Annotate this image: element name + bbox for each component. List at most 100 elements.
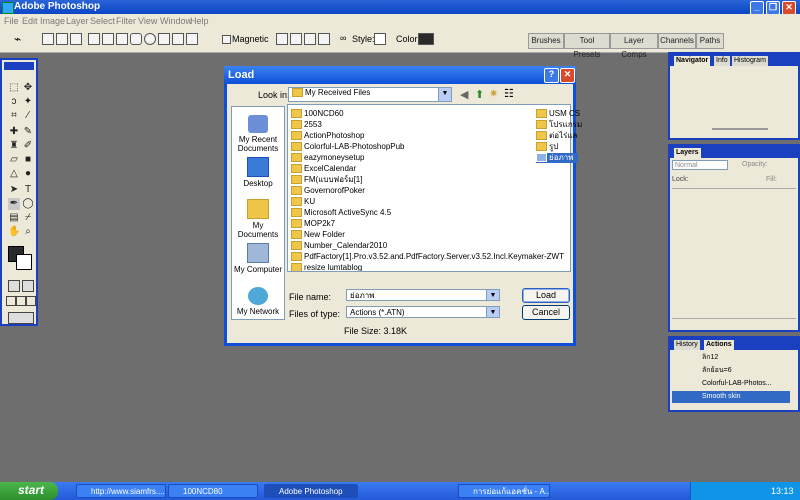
task-photoshop[interactable]: Adobe Photoshop xyxy=(264,484,358,498)
list-item[interactable]: New Folder xyxy=(291,230,345,240)
pen-tool-icon[interactable]: ✒ xyxy=(8,198,20,210)
custom-shape-icon[interactable] xyxy=(186,33,198,45)
list-item[interactable]: MOP2k7 xyxy=(291,219,335,229)
notes-tool-icon[interactable]: ▤ xyxy=(8,212,20,224)
task-browser-2[interactable]: การย่อแก้แอคชั่น - A... xyxy=(458,484,550,498)
lasso-icon[interactable]: ↄ xyxy=(8,96,20,108)
place-my-network[interactable]: My Network xyxy=(232,287,284,316)
list-item[interactable]: USM CS xyxy=(536,109,580,119)
tab-info[interactable]: Info xyxy=(714,56,730,66)
list-item[interactable]: รูป xyxy=(536,142,558,152)
zoom-tool-icon[interactable]: ⌕ xyxy=(22,226,34,238)
path-select-icon[interactable]: ➤ xyxy=(8,184,20,196)
file-type-select[interactable]: Actions (*.ATN) ▼ xyxy=(346,306,500,318)
file-list[interactable]: 100NCD60 2553 ActionPhotoshop Colorful-L… xyxy=(287,104,582,272)
list-item[interactable]: โปรแกรม xyxy=(536,120,582,130)
subtract-selection-icon[interactable] xyxy=(70,33,82,45)
path-intersect-icon[interactable] xyxy=(304,33,316,45)
action-row[interactable]: ลักย้อน=6 xyxy=(672,365,790,377)
polygon-shape-icon[interactable] xyxy=(158,33,170,45)
screen-mode-1-icon[interactable] xyxy=(6,296,16,306)
menu-edit[interactable]: Edit xyxy=(22,16,38,26)
healing-brush-icon[interactable]: ✚ xyxy=(8,126,20,138)
crop-tool-icon[interactable]: ⌗ xyxy=(8,110,20,122)
task-browser[interactable]: http://www.siamfrs.... xyxy=(76,484,166,498)
place-recent-documents[interactable]: My Recent Documents xyxy=(232,115,284,153)
blur-tool-icon[interactable]: △ xyxy=(8,168,20,180)
magic-wand-icon[interactable]: ✦ xyxy=(22,96,34,108)
new-folder-icon[interactable]: ✷ xyxy=(489,87,498,100)
action-row[interactable]: Colorful-LAB-Photos... xyxy=(672,378,790,390)
clone-stamp-icon[interactable]: ♜ xyxy=(8,140,20,152)
line-shape-icon[interactable] xyxy=(172,33,184,45)
dodge-tool-icon[interactable]: ● xyxy=(22,168,34,180)
rounded-rect-shape-icon[interactable] xyxy=(130,33,142,45)
file-name-input[interactable]: ย่อภาพ ▼ xyxy=(346,289,500,301)
shape-tool-icon[interactable]: ◯ xyxy=(22,198,34,210)
palette-well-paths[interactable]: Paths xyxy=(696,33,724,49)
type-tool-icon[interactable]: T xyxy=(22,184,34,196)
place-my-documents[interactable]: My Documents xyxy=(232,199,284,239)
place-my-computer[interactable]: My Computer xyxy=(232,243,284,274)
link-icon[interactable]: ∞ xyxy=(340,33,346,43)
up-folder-icon[interactable]: ⬆ xyxy=(475,88,484,101)
tab-layers[interactable]: Layers xyxy=(674,148,701,158)
slice-tool-icon[interactable]: ∕ xyxy=(22,110,34,122)
ellipse-shape-icon[interactable] xyxy=(144,33,156,45)
layers-list[interactable] xyxy=(672,188,796,317)
list-item[interactable]: ExcelCalendar xyxy=(291,164,356,174)
standard-mode-icon[interactable] xyxy=(8,280,20,292)
menu-window[interactable]: Window xyxy=(160,16,192,26)
list-item[interactable]: FM(แบบฟอร์ม[1] xyxy=(291,175,362,185)
menu-help[interactable]: Help xyxy=(190,16,209,26)
add-selection-icon[interactable] xyxy=(56,33,68,45)
move-tool-icon[interactable]: ✥ xyxy=(22,82,34,94)
menu-view[interactable]: View xyxy=(138,16,157,26)
screen-mode-2-icon[interactable] xyxy=(16,296,26,306)
dialog-close-icon[interactable]: ✕ xyxy=(560,68,575,83)
list-item[interactable]: Colorful-LAB-PhotoshopPub xyxy=(291,142,405,152)
pen-icon[interactable] xyxy=(88,33,100,45)
list-item[interactable]: ต่อไร่แล xyxy=(536,131,577,141)
tab-histogram[interactable]: Histogram xyxy=(732,56,768,66)
menu-file[interactable]: File xyxy=(4,16,19,26)
back-icon[interactable]: ◀ xyxy=(460,88,468,101)
menu-layer[interactable]: Layer xyxy=(66,16,89,26)
list-item[interactable]: Microsoft ActiveSync 4.5 xyxy=(291,208,391,218)
color-swatch[interactable] xyxy=(418,33,434,45)
list-item-selected[interactable]: ย่อภาพ xyxy=(536,153,578,163)
background-color-swatch[interactable] xyxy=(16,254,32,270)
hand-tool-icon[interactable]: ✋ xyxy=(8,226,20,238)
app-title-bar[interactable]: Adobe Photoshop _ ❐ ✕ xyxy=(0,0,800,15)
toolbox-header[interactable] xyxy=(4,62,34,70)
eraser-tool-icon[interactable]: ▱ xyxy=(8,154,20,166)
place-desktop[interactable]: Desktop xyxy=(232,157,284,188)
palette-well-layer-comps[interactable]: Layer Comps xyxy=(610,33,658,59)
list-item[interactable]: 100NCD60 xyxy=(291,109,344,119)
help-icon[interactable]: ? xyxy=(544,68,559,83)
task-folder[interactable]: 100NCD80 xyxy=(168,484,258,498)
list-item[interactable]: GovernorofPoker xyxy=(291,186,365,196)
action-row[interactable]: ลิก12 xyxy=(672,352,790,364)
menu-image[interactable]: Image xyxy=(40,16,65,26)
imageready-jump-icon[interactable] xyxy=(8,312,34,324)
load-button[interactable]: Load xyxy=(522,288,570,303)
history-brush-icon[interactable]: ✐ xyxy=(22,140,34,152)
magnetic-checkbox[interactable] xyxy=(222,35,231,44)
path-subtract-icon[interactable] xyxy=(290,33,302,45)
freeform-pen-icon[interactable] xyxy=(102,33,114,45)
zoom-slider[interactable] xyxy=(712,128,768,130)
blend-mode-select[interactable]: Normal xyxy=(672,160,728,170)
list-item[interactable]: 2553 xyxy=(291,120,322,130)
minimize-icon[interactable]: _ xyxy=(750,1,764,15)
quickmask-mode-icon[interactable] xyxy=(22,280,34,292)
list-item[interactable]: eazymoneysetup xyxy=(291,153,364,163)
path-exclude-icon[interactable] xyxy=(318,33,330,45)
menu-select[interactable]: Select xyxy=(90,16,115,26)
rectangle-shape-icon[interactable] xyxy=(116,33,128,45)
restore-icon[interactable]: ❐ xyxy=(766,1,780,15)
close-icon[interactable]: ✕ xyxy=(782,1,796,15)
look-in-select[interactable]: My Received Files ▼ xyxy=(288,87,452,102)
path-combine-icon[interactable] xyxy=(276,33,288,45)
gradient-tool-icon[interactable]: ■ xyxy=(22,154,34,166)
